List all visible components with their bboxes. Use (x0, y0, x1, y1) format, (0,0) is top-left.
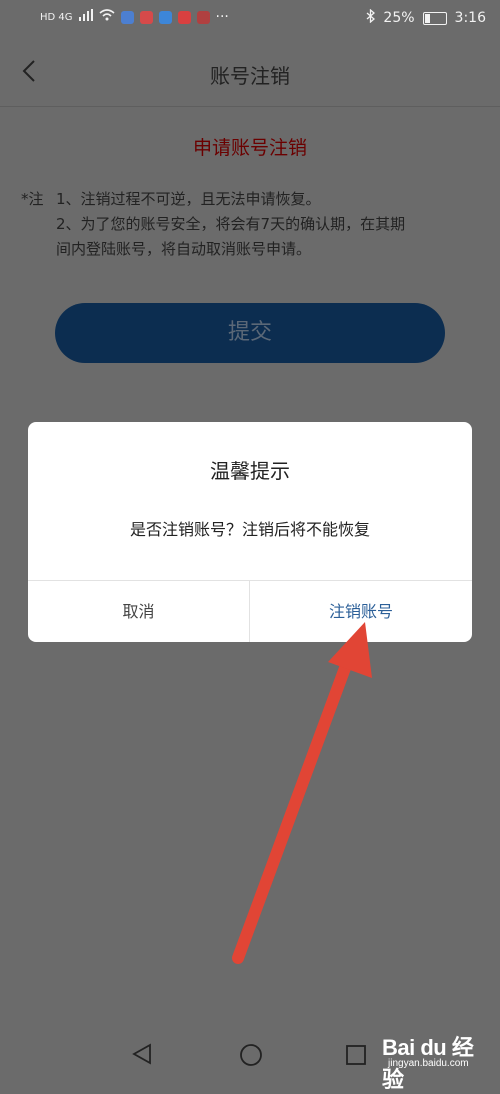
watermark-url: jingyan.baidu.com (388, 1058, 469, 1069)
circle-home-icon (240, 1044, 262, 1066)
annotation-arrow-icon (232, 622, 372, 964)
nav-recent-button[interactable] (346, 1045, 366, 1069)
baidu-jingyan-watermark: Bai du 经验 jingyan.baidu.com (382, 1030, 494, 1092)
nav-home-button[interactable] (239, 1043, 263, 1071)
triangle-back-icon (132, 1043, 151, 1065)
square-recent-icon (346, 1045, 366, 1065)
nav-back-button[interactable] (131, 1043, 153, 1069)
